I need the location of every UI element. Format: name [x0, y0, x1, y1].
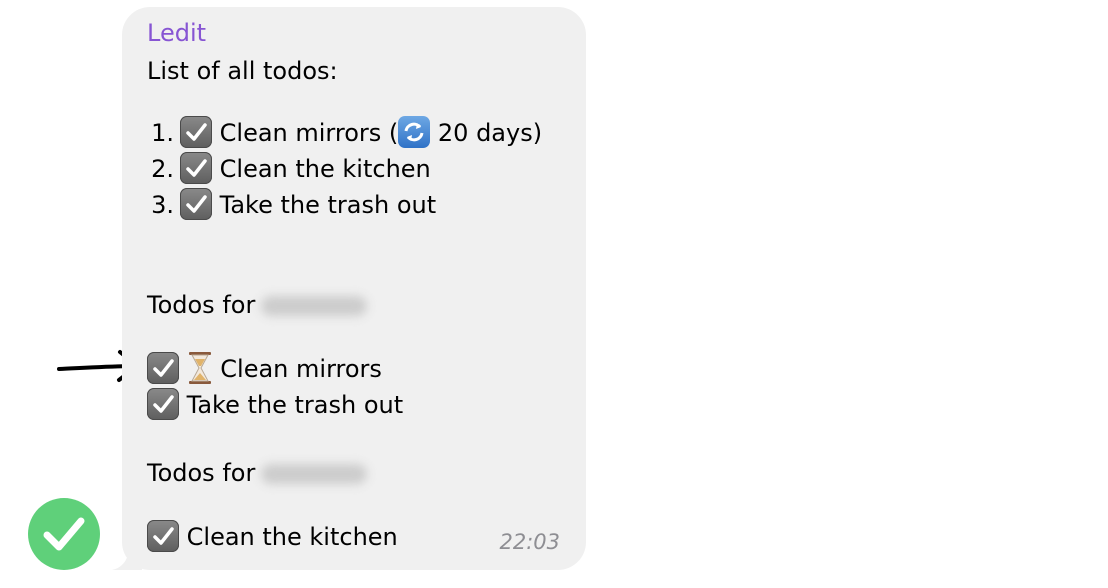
message-timestamp: 22:03 — [499, 530, 560, 554]
message-bubble: Ledit List of all todos: 1. Clean mirror… — [122, 7, 586, 570]
checkbox-icon — [147, 352, 179, 384]
group-heading: Todos for — [147, 459, 368, 487]
group-heading: Todos for — [147, 291, 368, 319]
checkbox-icon — [147, 520, 179, 552]
sender-name[interactable]: Ledit — [147, 19, 206, 47]
list-item: Take the trash out — [147, 388, 403, 420]
list-item: Clean mirrors — [147, 352, 382, 385]
checkmark-icon — [43, 517, 85, 551]
todo-list-title: List of all todos: — [147, 57, 338, 85]
hourglass-icon — [188, 352, 211, 384]
repeat-icon — [398, 116, 431, 148]
list-item: 3. Take the trash out — [146, 188, 436, 220]
checkbox-icon — [180, 116, 212, 148]
checkbox-icon — [147, 388, 179, 420]
redacted-name — [261, 296, 368, 316]
checkbox-icon — [180, 152, 212, 184]
status-check-circle — [28, 498, 100, 570]
redacted-name — [261, 464, 368, 484]
list-item: 1. Clean mirrors ( 20 days) — [146, 116, 542, 148]
checkbox-icon — [180, 188, 212, 220]
list-item: 2. Clean the kitchen — [146, 152, 431, 184]
list-item: Clean the kitchen — [147, 520, 398, 552]
